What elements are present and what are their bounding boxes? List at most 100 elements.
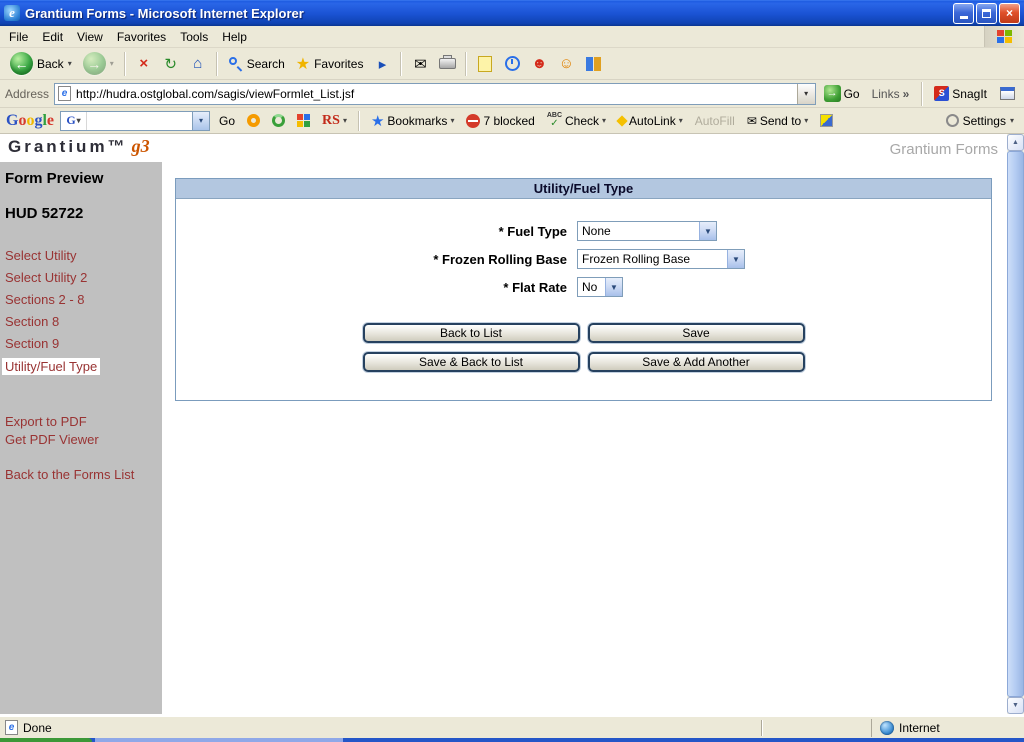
panel-body: * Fuel Type None ▼ * Frozen Rolling Base… bbox=[176, 199, 991, 400]
back-button[interactable]: ← Back ▾ bbox=[6, 50, 76, 77]
sidebar-link-section-8[interactable]: Section 8 bbox=[5, 314, 160, 329]
refresh-button[interactable]: ↻ bbox=[159, 52, 183, 76]
send-to-button[interactable]: ✉ Send to ▾ bbox=[744, 113, 811, 129]
menu-favorites[interactable]: Favorites bbox=[110, 27, 173, 47]
search-button[interactable]: Search bbox=[224, 54, 289, 73]
sidebar-pdf-links: Export to PDF Get PDF Viewer bbox=[5, 414, 160, 447]
highlighter-button[interactable] bbox=[817, 113, 836, 128]
fuel-type-row: * Fuel Type None ▼ bbox=[176, 217, 991, 245]
sidebar-link-section-9[interactable]: Section 9 bbox=[5, 336, 160, 351]
sidebar-link-select-utility-2[interactable]: Select Utility 2 bbox=[5, 270, 160, 285]
security-zone-panel: Internet bbox=[871, 719, 1021, 737]
menu-view[interactable]: View bbox=[70, 27, 110, 47]
mail-button[interactable]: ✉ bbox=[408, 52, 432, 76]
search-label: Search bbox=[247, 57, 285, 71]
dropdown-caret-icon: ▾ bbox=[804, 116, 808, 125]
scroll-up-button[interactable]: ▲ bbox=[1007, 134, 1024, 151]
check-label: Check bbox=[565, 114, 599, 128]
forward-dropdown-icon[interactable]: ▾ bbox=[110, 59, 114, 68]
spellcheck-button[interactable]: ABC✓ Check ▾ bbox=[544, 111, 609, 130]
snagit-button[interactable]: S SnagIt bbox=[931, 85, 990, 102]
messenger-button[interactable]: ☻ bbox=[527, 52, 551, 76]
back-to-list-button[interactable]: Back to List bbox=[363, 323, 580, 343]
sidebar-link-back-to-forms-list[interactable]: Back to the Forms List bbox=[5, 467, 160, 482]
favorites-button[interactable]: ★ Favorites bbox=[292, 52, 368, 76]
google-search-input[interactable]: G▾ ▾ bbox=[60, 111, 210, 131]
history-button[interactable] bbox=[500, 52, 524, 76]
research-button[interactable] bbox=[581, 52, 605, 76]
taskbar-window-button[interactable] bbox=[95, 738, 343, 742]
toolbar-separator bbox=[124, 52, 126, 76]
fuel-type-select[interactable]: None ▼ bbox=[577, 221, 717, 241]
site-search-button[interactable] bbox=[269, 113, 288, 128]
menu-file[interactable]: File bbox=[2, 27, 35, 47]
rs-button[interactable]: RS ▾ bbox=[319, 112, 350, 130]
save-and-add-another-button[interactable]: Save & Add Another bbox=[588, 352, 805, 372]
sidebar-link-get-pdf-viewer[interactable]: Get PDF Viewer bbox=[5, 432, 160, 447]
bookmarks-button[interactable]: ★ Bookmarks ▾ bbox=[368, 111, 458, 131]
page-icon: e bbox=[58, 86, 71, 101]
popup-blocker-button[interactable]: 7 blocked bbox=[463, 113, 537, 129]
notes-button[interactable] bbox=[473, 52, 497, 76]
fuel-type-value: None bbox=[578, 224, 699, 238]
menu-edit[interactable]: Edit bbox=[35, 27, 70, 47]
flat-rate-label: * Flat Rate bbox=[176, 280, 577, 295]
windows-logo-icon bbox=[984, 26, 1024, 47]
snagit-window-button[interactable] bbox=[995, 82, 1019, 106]
save-and-back-to-list-button[interactable]: Save & Back to List bbox=[363, 352, 580, 372]
bookmarks-label: Bookmarks bbox=[387, 114, 447, 128]
flat-rate-row: * Flat Rate No ▼ bbox=[176, 273, 991, 301]
home-button[interactable]: ⌂ bbox=[186, 52, 210, 76]
go-button[interactable]: → Go bbox=[821, 84, 863, 103]
autolink-label: AutoLink bbox=[629, 114, 676, 128]
address-input[interactable]: e http://hudra.ostglobal.com/sagis/viewF… bbox=[54, 83, 816, 105]
sidebar-link-sections-2-8[interactable]: Sections 2 - 8 bbox=[5, 292, 160, 307]
settings-button[interactable]: Settings ▾ bbox=[946, 114, 1018, 128]
stop-button[interactable]: × bbox=[132, 52, 156, 76]
google-go-button[interactable]: Go bbox=[216, 113, 238, 129]
print-button[interactable] bbox=[435, 52, 459, 76]
menu-help[interactable]: Help bbox=[215, 27, 254, 47]
snagit-label: SnagIt bbox=[952, 87, 987, 101]
fuel-type-label: * Fuel Type bbox=[176, 224, 577, 239]
forward-button[interactable]: → ▾ bbox=[79, 50, 118, 77]
go-icon: → bbox=[824, 85, 841, 102]
close-button[interactable]: × bbox=[999, 3, 1020, 24]
maximize-button[interactable] bbox=[976, 3, 997, 24]
links-button[interactable]: Links » bbox=[868, 87, 914, 101]
scroll-down-button[interactable]: ▼ bbox=[1007, 697, 1024, 714]
toolbar-separator bbox=[465, 52, 467, 76]
flat-rate-select[interactable]: No ▼ bbox=[577, 277, 623, 297]
autolink-button[interactable]: AutoLink ▾ bbox=[615, 113, 686, 129]
sidebar-link-export-pdf[interactable]: Export to PDF bbox=[5, 414, 160, 429]
sidebar-link-select-utility[interactable]: Select Utility bbox=[5, 248, 160, 263]
google-search-dropdown[interactable]: ▾ bbox=[192, 112, 209, 130]
address-dropdown-button[interactable]: ▾ bbox=[797, 84, 815, 104]
media-button[interactable]: ▸ bbox=[370, 52, 394, 76]
smiley-button[interactable]: ☺ bbox=[554, 52, 578, 76]
autofill-label: AutoFill bbox=[695, 114, 735, 128]
form-preview-sidebar: Form Preview HUD 52722 Select Utility Se… bbox=[0, 162, 162, 714]
bookmark-star-icon: ★ bbox=[371, 112, 384, 130]
google-letter: e bbox=[47, 112, 54, 129]
grantium-brand: Grantium™ g3 bbox=[8, 136, 150, 157]
sidebar-back-section: Back to the Forms List bbox=[5, 467, 160, 482]
vertical-scrollbar[interactable]: ▲ ▼ bbox=[1007, 134, 1024, 714]
back-dropdown-icon[interactable]: ▾ bbox=[68, 59, 72, 68]
options-button[interactable] bbox=[294, 113, 313, 128]
save-button[interactable]: Save bbox=[588, 323, 805, 343]
google-g-letter: G bbox=[66, 113, 75, 128]
pagerank-button[interactable] bbox=[244, 113, 263, 128]
start-button[interactable] bbox=[0, 738, 92, 742]
utility-fuel-type-panel: Utility/Fuel Type * Fuel Type None ▼ * F… bbox=[175, 178, 992, 401]
dropdown-arrow-icon[interactable]: ▼ bbox=[605, 278, 622, 296]
dropdown-arrow-icon[interactable]: ▼ bbox=[699, 222, 716, 240]
sidebar-link-utility-fuel-type[interactable]: Utility/Fuel Type bbox=[2, 358, 100, 375]
frozen-rolling-base-select[interactable]: Frozen Rolling Base ▼ bbox=[577, 249, 745, 269]
dropdown-arrow-icon[interactable]: ▼ bbox=[727, 250, 744, 268]
scroll-thumb[interactable] bbox=[1007, 151, 1024, 697]
minimize-button[interactable] bbox=[953, 3, 974, 24]
autofill-button: AutoFill bbox=[692, 113, 738, 129]
flag-blue bbox=[997, 37, 1004, 43]
menu-tools[interactable]: Tools bbox=[173, 27, 215, 47]
